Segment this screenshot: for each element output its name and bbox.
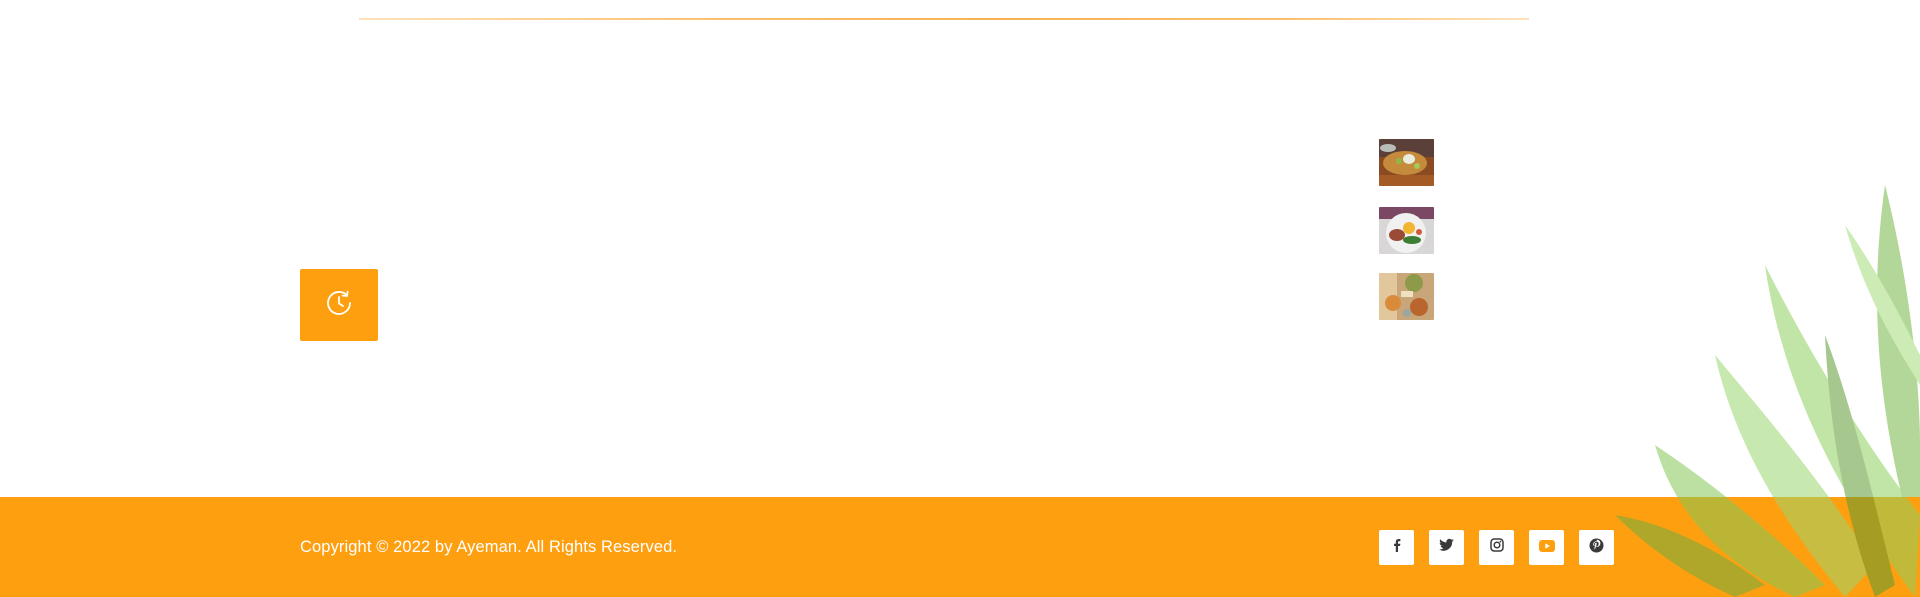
footer: Copyright © 2022 by Ayeman. All Rights R… [0, 497, 1920, 597]
food-photo-thumbnail [1379, 207, 1434, 254]
pinterest-link[interactable] [1579, 530, 1614, 565]
twitter-icon [1439, 538, 1454, 557]
recent-post-thumbnail[interactable] [1379, 139, 1434, 186]
clock-tile[interactable] [300, 269, 378, 341]
clock-history-icon [323, 287, 355, 324]
twitter-link[interactable] [1429, 530, 1464, 565]
instagram-link[interactable] [1479, 530, 1514, 565]
pinterest-icon [1589, 538, 1604, 558]
youtube-icon [1538, 539, 1555, 557]
instagram-icon [1489, 538, 1504, 557]
page: Copyright © 2022 by Ayeman. All Rights R… [0, 0, 1920, 597]
facebook-icon [1390, 538, 1404, 557]
youtube-link[interactable] [1529, 530, 1564, 565]
recent-post-thumbnail[interactable] [1379, 273, 1434, 320]
food-photo-thumbnail [1379, 273, 1434, 320]
food-photo-thumbnail [1379, 139, 1434, 186]
section-divider [359, 18, 1529, 20]
recent-post-thumbnail[interactable] [1379, 207, 1434, 254]
facebook-link[interactable] [1379, 530, 1414, 565]
copyright-text: Copyright © 2022 by Ayeman. All Rights R… [300, 538, 678, 556]
social-links [1379, 530, 1614, 565]
